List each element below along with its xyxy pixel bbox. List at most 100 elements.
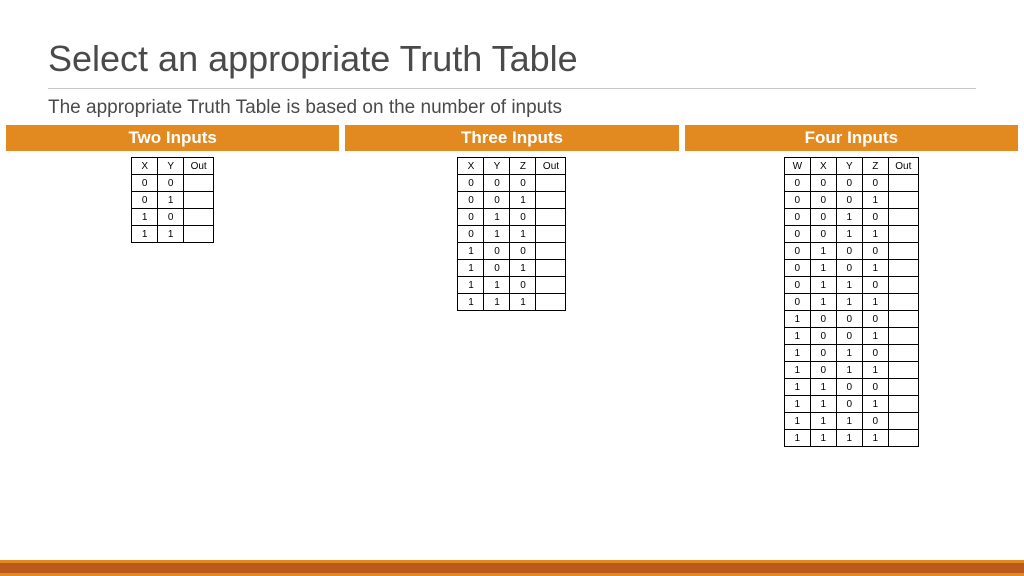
truth-table-four: WXYZOut000000010010001101000101011001111… [784, 157, 919, 447]
truth-table-two: XYOut00011011 [131, 157, 214, 243]
table-cell [888, 294, 918, 311]
table-cell: 0 [458, 226, 484, 243]
table-header-cell: Y [158, 158, 184, 175]
table-cell [184, 226, 214, 243]
table-cell: 0 [810, 226, 836, 243]
table-cell: 1 [862, 328, 888, 345]
table-cell [536, 209, 566, 226]
table-cell: 1 [510, 294, 536, 311]
table-cell: 1 [784, 328, 810, 345]
table-cell: 0 [784, 243, 810, 260]
table-cell [888, 311, 918, 328]
columns: Two Inputs XYOut00011011 Three Inputs XY… [0, 125, 1024, 447]
table-cell: 1 [836, 209, 862, 226]
table-cell: 1 [784, 345, 810, 362]
table-row: 0100 [784, 243, 918, 260]
slide-title: Select an appropriate Truth Table [0, 0, 1024, 86]
table-cell: 1 [458, 260, 484, 277]
table-cell [184, 175, 214, 192]
table-cell [536, 243, 566, 260]
table-row: 1100 [784, 379, 918, 396]
table-row: 100 [458, 243, 566, 260]
table-row: 0101 [784, 260, 918, 277]
table-cell: 1 [862, 294, 888, 311]
table-row: 111 [458, 294, 566, 311]
table-cell [536, 294, 566, 311]
table-cell: 0 [810, 175, 836, 192]
table-cell: 1 [862, 362, 888, 379]
table-cell [888, 362, 918, 379]
table-cell: 1 [810, 430, 836, 447]
table-cell: 0 [810, 209, 836, 226]
table-cell: 0 [784, 260, 810, 277]
table-cell: 0 [862, 311, 888, 328]
table-row: 1101 [784, 396, 918, 413]
table-row: 1010 [784, 345, 918, 362]
table-row: 1110 [784, 413, 918, 430]
slide: Select an appropriate Truth Table The ap… [0, 0, 1024, 576]
table-cell [536, 192, 566, 209]
table-cell: 0 [784, 192, 810, 209]
table-cell: 1 [836, 294, 862, 311]
table-cell [888, 260, 918, 277]
table-row: 001 [458, 192, 566, 209]
table-row: 1001 [784, 328, 918, 345]
table-row: 110 [458, 277, 566, 294]
table-cell: 1 [484, 277, 510, 294]
table-cell: 1 [836, 277, 862, 294]
table-cell: 1 [784, 396, 810, 413]
table-header-cell: X [132, 158, 158, 175]
table-cell: 0 [810, 345, 836, 362]
table-cell [888, 396, 918, 413]
table-cell: 0 [836, 243, 862, 260]
table-row: 0001 [784, 192, 918, 209]
table-cell [888, 277, 918, 294]
table-header-cell: Out [536, 158, 566, 175]
table-cell: 0 [862, 175, 888, 192]
table-header-cell: W [784, 158, 810, 175]
column-header-two: Two Inputs [6, 125, 339, 151]
table-row: 10 [132, 209, 214, 226]
table-cell [888, 226, 918, 243]
table-cell: 0 [132, 192, 158, 209]
table-cell: 0 [158, 175, 184, 192]
table-row: 0110 [784, 277, 918, 294]
column-three-inputs: Three Inputs XYZOut000001010011100101110… [345, 125, 678, 447]
column-header-three: Three Inputs [345, 125, 678, 151]
table-cell: 0 [158, 209, 184, 226]
table-cell [184, 209, 214, 226]
table-cell: 0 [132, 175, 158, 192]
table-cell: 0 [510, 277, 536, 294]
table-row: 1011 [784, 362, 918, 379]
table-row: 101 [458, 260, 566, 277]
table-cell [536, 277, 566, 294]
table-cell: 1 [836, 413, 862, 430]
table-cell: 1 [158, 192, 184, 209]
table-cell: 1 [132, 226, 158, 243]
table-cell: 0 [784, 277, 810, 294]
table-header-cell: X [810, 158, 836, 175]
table-cell: 0 [810, 328, 836, 345]
table-row: 01 [132, 192, 214, 209]
table-cell: 0 [458, 192, 484, 209]
table-row: 0011 [784, 226, 918, 243]
table-cell: 1 [836, 430, 862, 447]
table-row: 0010 [784, 209, 918, 226]
truth-table-three: XYZOut000001010011100101110111 [457, 157, 566, 311]
table-row: 11 [132, 226, 214, 243]
table-cell [888, 430, 918, 447]
table-cell: 0 [836, 379, 862, 396]
table-cell: 0 [458, 175, 484, 192]
table-cell: 0 [862, 243, 888, 260]
table-header-cell: Y [484, 158, 510, 175]
table-header-cell: Y [836, 158, 862, 175]
table-cell: 0 [836, 396, 862, 413]
table-row: 0000 [784, 175, 918, 192]
table-cell: 0 [862, 379, 888, 396]
column-four-inputs: Four Inputs WXYZOut000000010010001101000… [685, 125, 1018, 447]
table-header-cell: Z [510, 158, 536, 175]
table-cell: 1 [458, 277, 484, 294]
table-cell: 0 [484, 175, 510, 192]
table-cell: 1 [862, 260, 888, 277]
table-cell: 0 [810, 192, 836, 209]
